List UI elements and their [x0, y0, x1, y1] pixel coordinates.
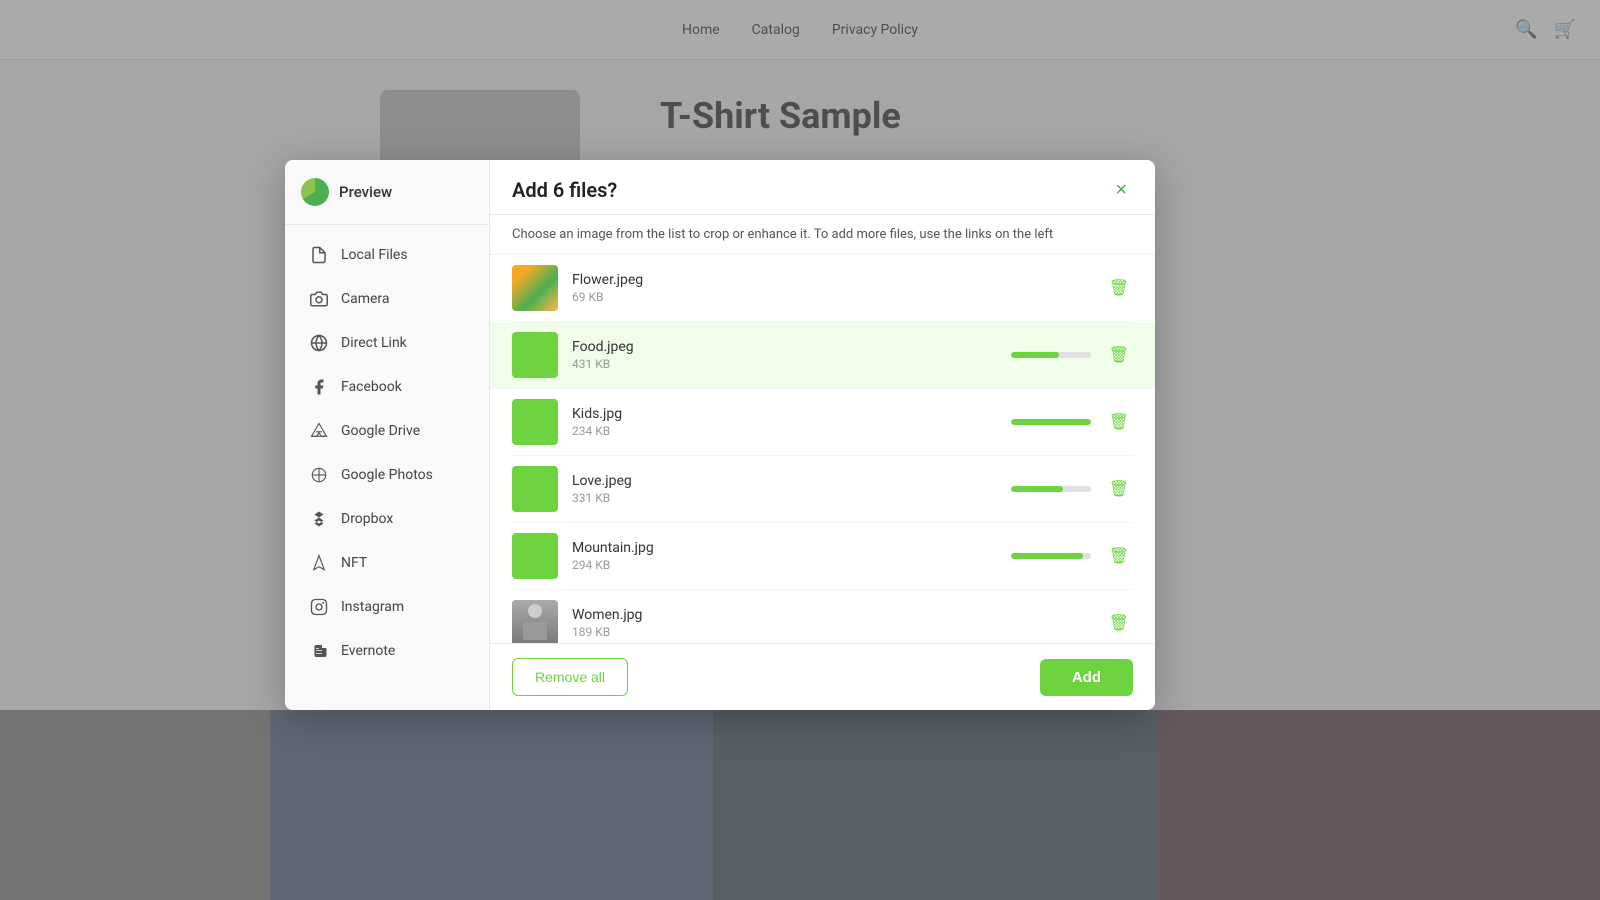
progress-fill-food — [1011, 352, 1059, 358]
google-drive-icon — [309, 421, 329, 441]
sidebar-label-direct-link: Direct Link — [341, 335, 407, 351]
sidebar-label-evernote: Evernote — [341, 643, 395, 659]
file-size-women: 189 KB — [572, 625, 1091, 639]
sidebar-label-google-drive: Google Drive — [341, 423, 420, 439]
delete-button-food[interactable]: 🗑 — [1105, 341, 1133, 369]
file-item-flower: Flower.jpeg 69 KB 🗑 — [512, 255, 1133, 322]
delete-button-flower[interactable]: 🗑 — [1105, 274, 1133, 302]
sidebar-item-instagram[interactable]: Instagram — [291, 586, 483, 628]
sidebar-label-instagram: Instagram — [341, 599, 404, 615]
nft-icon — [309, 553, 329, 573]
file-size-kids: 234 KB — [572, 424, 997, 438]
sidebar-label-google-photos: Google Photos — [341, 467, 433, 483]
sidebar-label-facebook: Facebook — [341, 379, 402, 395]
file-name-women: Women.jpg — [572, 607, 1091, 623]
progress-bar-kids — [1011, 419, 1091, 425]
modal-main: Add 6 files? × Choose an image from the … — [490, 160, 1155, 710]
file-size-mountain: 294 KB — [572, 558, 997, 572]
file-upload-modal: Preview Local Files — [285, 160, 1155, 710]
google-photos-icon — [309, 465, 329, 485]
sidebar-item-dropbox[interactable]: Dropbox — [291, 498, 483, 540]
file-thumb-flower — [512, 265, 558, 311]
file-info-flower: Flower.jpeg 69 KB — [572, 272, 1091, 304]
file-thumb-love — [512, 466, 558, 512]
sidebar-item-direct-link[interactable]: Direct Link — [291, 322, 483, 364]
modal-footer: Remove all Add — [490, 643, 1155, 710]
remove-all-button[interactable]: Remove all — [512, 658, 628, 696]
progress-fill-mountain — [1011, 553, 1083, 559]
file-thumb-mountain — [512, 533, 558, 579]
file-thumb-kids — [512, 399, 558, 445]
file-progress-food — [1011, 352, 1091, 358]
preview-label: Preview — [339, 183, 392, 201]
progress-bar-mountain — [1011, 553, 1091, 559]
close-button[interactable]: × — [1109, 178, 1133, 202]
delete-button-women[interactable]: 🗑 — [1105, 609, 1133, 637]
file-info-love: Love.jpeg 331 KB — [572, 473, 997, 505]
file-name-flower: Flower.jpeg — [572, 272, 1091, 288]
add-button[interactable]: Add — [1040, 659, 1133, 696]
file-size-food: 431 KB — [572, 357, 997, 371]
instagram-icon — [309, 597, 329, 617]
file-item-kids: Kids.jpg 234 KB 🗑 — [512, 389, 1133, 456]
progress-bar-food — [1011, 352, 1091, 358]
modal-header: Add 6 files? × — [490, 160, 1155, 215]
file-size-love: 331 KB — [572, 491, 997, 505]
sidebar-label-dropbox: Dropbox — [341, 511, 393, 527]
sidebar-label-camera: Camera — [341, 291, 390, 307]
progress-fill-kids — [1011, 419, 1091, 425]
evernote-icon — [309, 641, 329, 661]
sidebar-item-google-drive[interactable]: Google Drive — [291, 410, 483, 452]
sidebar-item-evernote[interactable]: Evernote — [291, 630, 483, 672]
file-icon — [309, 245, 329, 265]
file-info-food: Food.jpeg 431 KB — [572, 339, 997, 371]
sidebar-label-local-files: Local Files — [341, 247, 408, 263]
file-progress-kids — [1011, 419, 1091, 425]
file-item-love: Love.jpeg 331 KB 🗑 — [512, 456, 1133, 523]
progress-bar-love — [1011, 486, 1091, 492]
sidebar-item-local-files[interactable]: Local Files — [291, 234, 483, 276]
camera-icon — [309, 289, 329, 309]
modal-sidebar: Preview Local Files — [285, 160, 490, 710]
file-info-mountain: Mountain.jpg 294 KB — [572, 540, 997, 572]
file-name-mountain: Mountain.jpg — [572, 540, 997, 556]
file-info-women: Women.jpg 189 KB — [572, 607, 1091, 639]
facebook-icon — [309, 377, 329, 397]
modal-subtitle: Choose an image from the list to crop or… — [490, 215, 1155, 255]
file-progress-mountain — [1011, 553, 1091, 559]
file-thumb-food — [512, 332, 558, 378]
sidebar-item-camera[interactable]: Camera — [291, 278, 483, 320]
file-progress-love — [1011, 486, 1091, 492]
file-list: Flower.jpeg 69 KB 🗑 Food.jpeg 431 KB 🗑 — [490, 255, 1155, 643]
link-icon — [309, 333, 329, 353]
file-info-kids: Kids.jpg 234 KB — [572, 406, 997, 438]
file-size-flower: 69 KB — [572, 290, 1091, 304]
sidebar-header: Preview — [285, 160, 489, 225]
sidebar-items: Local Files Camera — [285, 225, 489, 681]
progress-fill-love — [1011, 486, 1063, 492]
dropbox-icon — [309, 509, 329, 529]
delete-button-mountain[interactable]: 🗑 — [1105, 542, 1133, 570]
delete-button-love[interactable]: 🗑 — [1105, 475, 1133, 503]
preview-icon — [301, 178, 329, 206]
file-thumb-women — [512, 600, 558, 643]
modal-title: Add 6 files? — [512, 178, 617, 202]
file-item-mountain: Mountain.jpg 294 KB 🗑 — [512, 523, 1133, 590]
file-name-love: Love.jpeg — [572, 473, 997, 489]
sidebar-item-google-photos[interactable]: Google Photos — [291, 454, 483, 496]
delete-button-kids[interactable]: 🗑 — [1105, 408, 1133, 436]
file-name-food: Food.jpeg — [572, 339, 997, 355]
sidebar-item-facebook[interactable]: Facebook — [291, 366, 483, 408]
sidebar-item-nft[interactable]: NFT — [291, 542, 483, 584]
file-item-food: Food.jpeg 431 KB 🗑 — [490, 322, 1155, 389]
sidebar-label-nft: NFT — [341, 555, 367, 571]
file-name-kids: Kids.jpg — [572, 406, 997, 422]
file-item-women: Women.jpg 189 KB 🗑 — [512, 590, 1133, 643]
